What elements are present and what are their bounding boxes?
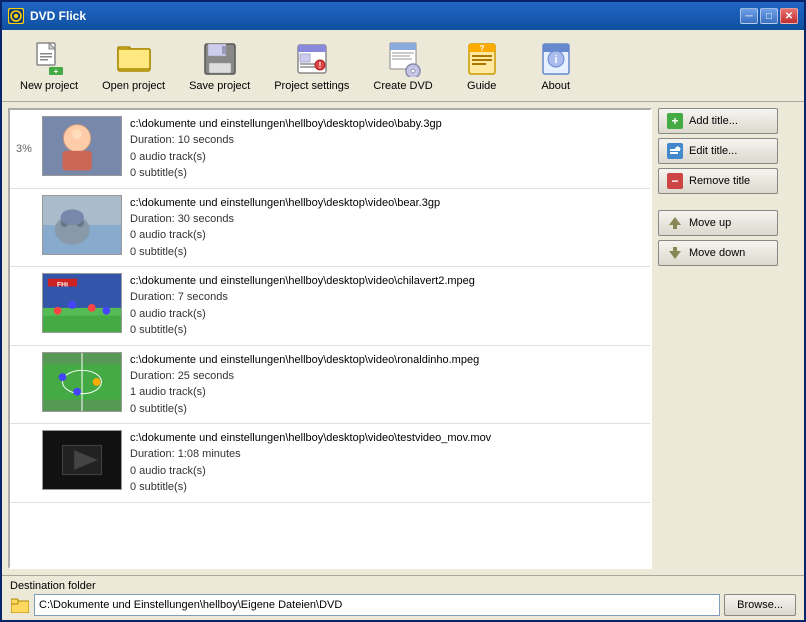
video-info: c:\dokumente und einstellungen\hellboy\d…: [130, 116, 646, 182]
create-dvd-button[interactable]: Create DVD: [363, 35, 442, 97]
toolbar: + New project Open project: [2, 30, 804, 102]
about-button[interactable]: i About: [521, 35, 591, 97]
list-item[interactable]: c:\dokumente und einstellungen\hellboy\d…: [10, 189, 650, 268]
list-item[interactable]: 3% c:\dokumente und einstellungen\hellbo…: [10, 110, 650, 189]
destination-path-input[interactable]: [34, 594, 720, 616]
about-label: About: [541, 80, 570, 92]
add-title-button[interactable]: + Add title...: [658, 108, 778, 134]
video-subtitles: 0 subtitle(s): [130, 244, 646, 261]
button-separator: [658, 198, 798, 206]
video-audio: 0 audio track(s): [130, 463, 646, 480]
move-up-icon: [667, 215, 683, 231]
new-project-icon: +: [29, 40, 69, 78]
svg-text:i: i: [554, 54, 557, 66]
open-project-icon: [114, 40, 154, 78]
video-thumbnail: [42, 430, 122, 490]
video-subtitles: 0 subtitle(s): [130, 401, 646, 418]
remove-title-label: Remove title: [689, 175, 750, 187]
video-duration: Duration: 25 seconds: [130, 368, 646, 385]
video-audio: 0 audio track(s): [130, 149, 646, 166]
video-list[interactable]: 3% c:\dokumente und einstellungen\hellbo…: [8, 108, 652, 569]
video-duration: Duration: 30 seconds: [130, 211, 646, 228]
main-area: 3% c:\dokumente und einstellungen\hellbo…: [2, 102, 804, 575]
app-icon: [8, 8, 24, 24]
destination-label: Destination folder: [10, 580, 796, 592]
open-project-label: Open project: [102, 80, 165, 92]
close-button[interactable]: ✕: [780, 8, 798, 24]
video-path: c:\dokumente und einstellungen\hellboy\d…: [130, 275, 646, 287]
svg-text:+: +: [54, 67, 59, 76]
svg-text:−: −: [671, 174, 678, 188]
edit-title-icon: [667, 143, 683, 159]
edit-title-button[interactable]: Edit title...: [658, 138, 778, 164]
video-audio: 0 audio track(s): [130, 306, 646, 323]
create-dvd-icon: [383, 40, 423, 78]
remove-title-icon: −: [667, 173, 683, 189]
video-path: c:\dokumente und einstellungen\hellboy\d…: [130, 197, 646, 209]
bottom-bar: Destination folder Browse...: [2, 575, 804, 620]
video-path: c:\dokumente und einstellungen\hellboy\d…: [130, 432, 646, 444]
save-project-button[interactable]: Save project: [179, 35, 260, 97]
video-audio: 0 audio track(s): [130, 227, 646, 244]
move-down-button[interactable]: Move down: [658, 240, 778, 266]
about-icon: i: [536, 40, 576, 78]
window-title: DVD Flick: [30, 9, 86, 23]
list-item[interactable]: c:\dokumente und einstellungen\hellboy\d…: [10, 346, 650, 425]
right-panel: + Add title... Edit title...: [658, 108, 798, 569]
video-thumbnail: FHi: [42, 273, 122, 333]
new-project-button[interactable]: + New project: [10, 35, 88, 97]
edit-title-label: Edit title...: [689, 145, 737, 157]
video-subtitles: 0 subtitle(s): [130, 479, 646, 496]
guide-button[interactable]: ? Guide: [447, 35, 517, 97]
video-thumbnail: [42, 195, 122, 255]
video-subtitles: 0 subtitle(s): [130, 165, 646, 182]
guide-icon: ?: [462, 40, 502, 78]
svg-text:FHi: FHi: [57, 281, 68, 288]
svg-text:?: ?: [479, 44, 484, 53]
video-info: c:\dokumente und einstellungen\hellboy\d…: [130, 352, 646, 418]
video-info: c:\dokumente und einstellungen\hellboy\d…: [130, 273, 646, 339]
move-down-icon: [667, 245, 683, 261]
project-settings-button[interactable]: ! Project settings: [264, 35, 359, 97]
save-project-icon: [200, 40, 240, 78]
add-title-icon: +: [667, 113, 683, 129]
add-title-label: Add title...: [689, 115, 738, 127]
video-audio: 1 audio track(s): [130, 384, 646, 401]
minimize-button[interactable]: ─: [740, 8, 758, 24]
video-duration: Duration: 1:08 minutes: [130, 446, 646, 463]
video-thumbnail: [42, 352, 122, 412]
move-down-label: Move down: [689, 247, 745, 259]
folder-icon: [10, 596, 30, 614]
video-info: c:\dokumente und einstellungen\hellboy\d…: [130, 430, 646, 496]
video-duration: Duration: 10 seconds: [130, 132, 646, 149]
create-dvd-label: Create DVD: [373, 80, 432, 92]
maximize-button[interactable]: □: [760, 8, 778, 24]
guide-label: Guide: [467, 80, 496, 92]
svg-text:+: +: [671, 114, 678, 128]
list-item[interactable]: FHi c:\dokumente und einstellungen\hellb…: [10, 267, 650, 346]
title-bar-controls: ─ □ ✕: [740, 8, 798, 24]
list-item[interactable]: c:\dokumente und einstellungen\hellboy\d…: [10, 424, 650, 503]
video-duration: Duration: 7 seconds: [130, 289, 646, 306]
destination-row: Browse...: [10, 594, 796, 616]
move-up-label: Move up: [689, 217, 731, 229]
video-path: c:\dokumente und einstellungen\hellboy\d…: [130, 354, 646, 366]
svg-text:!: !: [318, 61, 321, 70]
new-project-label: New project: [20, 80, 78, 92]
project-settings-label: Project settings: [274, 80, 349, 92]
move-up-button[interactable]: Move up: [658, 210, 778, 236]
video-path: c:\dokumente und einstellungen\hellboy\d…: [130, 118, 646, 130]
open-project-button[interactable]: Open project: [92, 35, 175, 97]
save-project-label: Save project: [189, 80, 250, 92]
title-bar-left: DVD Flick: [8, 8, 86, 24]
video-subtitles: 0 subtitle(s): [130, 322, 646, 339]
remove-title-button[interactable]: − Remove title: [658, 168, 778, 194]
main-window: DVD Flick ─ □ ✕ + New project: [0, 0, 806, 622]
title-bar: DVD Flick ─ □ ✕: [2, 2, 804, 30]
project-settings-icon: !: [292, 40, 332, 78]
row-number: 3%: [14, 143, 34, 155]
video-info: c:\dokumente und einstellungen\hellboy\d…: [130, 195, 646, 261]
browse-button[interactable]: Browse...: [724, 594, 796, 616]
video-thumbnail: [42, 116, 122, 176]
